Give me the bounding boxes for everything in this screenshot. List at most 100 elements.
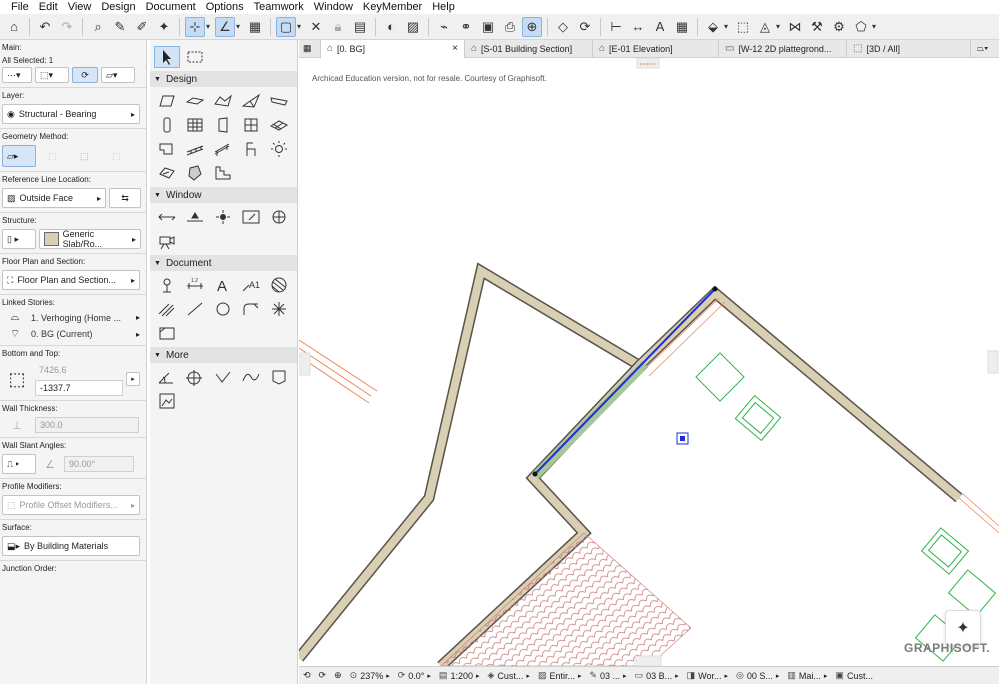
undo-view-icon[interactable]: ⟲ [299,670,315,681]
refline-dropdown[interactable]: ▨ Outside Face ▸ [2,188,106,208]
mesh-tool-icon[interactable] [266,114,292,136]
elevation-tool-icon[interactable] [182,206,208,228]
redo-view-icon[interactable]: ⟳ [315,670,331,681]
marquee-tool-icon[interactable] [182,46,208,68]
align-icon[interactable]: ⊢ [606,17,626,37]
elevation-dimension-icon[interactable] [210,366,236,388]
tab-3d[interactable]: ⬚ [3D / All] [847,39,971,58]
level-dimension-icon[interactable] [154,274,180,296]
morph-icon[interactable]: ⬠ [851,17,871,37]
structure-type-button[interactable]: ▯ ▸ [2,229,36,249]
top-height-field[interactable]: 7426.6 [35,362,123,378]
toolbox-group-window[interactable]: ▼ Window [150,187,297,203]
zoom-box[interactable]: ⊙ 237% ▸ [346,670,394,681]
window-tool-icon[interactable] [238,114,264,136]
menu-view[interactable]: View [63,1,97,13]
structure-dropdown[interactable]: Generic Slab/Ro... ▸ [39,229,141,249]
angle-dimension-icon[interactable] [154,366,180,388]
tab-grid-icon[interactable]: ▦ [299,39,321,58]
right-scroll-handle[interactable] [987,350,999,374]
snap-icon[interactable]: ⊹ [185,16,205,37]
camera-tool-icon[interactable] [154,230,180,252]
guide-lines-icon[interactable]: ∠ [215,16,235,37]
settings-pick-icon[interactable]: ⟳ [72,67,98,83]
menu-teamwork[interactable]: Teamwork [249,1,309,13]
chevron-down-icon[interactable]: ▾ [206,22,214,31]
window-opening-left[interactable] [299,339,378,404]
magic-wand-icon[interactable]: ✦ [154,17,174,37]
label-icon[interactable]: A [650,17,670,37]
renovation-box[interactable]: ◎ 00 S... ▸ [732,670,783,681]
polygonal-wall-icon[interactable]: ⬚ [76,145,100,167]
detail-tool-icon[interactable] [266,206,292,228]
zone-tool-icon[interactable] [154,162,180,184]
interior-elevation-tool-icon[interactable] [210,206,236,228]
render-icon[interactable]: ▣ [478,17,498,37]
slant-type-button[interactable]: ⎍ ▸ [2,454,36,474]
railing-tool-icon[interactable] [182,138,208,160]
shape-button[interactable]: ▱▾ [101,67,135,83]
circle-tool-icon[interactable] [210,298,236,320]
tools-icon[interactable]: ⚒ [807,17,827,37]
find-select-icon[interactable]: ⌕ [88,17,108,37]
layers-icon[interactable]: ▤ [350,17,370,37]
explode-icon[interactable]: ✕ [306,17,326,37]
structural-display-box[interactable]: ▥ Mai... ▸ [783,670,831,681]
slant-angle-field[interactable]: 90.00° [64,456,134,472]
section-tool-icon[interactable] [154,206,180,228]
change-marker-icon[interactable] [266,366,292,388]
lock-icon[interactable]: 🔒︎ [328,17,348,37]
morph-tool-icon[interactable] [182,162,208,184]
menu-options[interactable]: Options [201,1,249,13]
menu-edit[interactable]: Edit [34,1,63,13]
door-tool-icon[interactable] [210,114,236,136]
chevron-down-icon[interactable]: ▾ [872,22,880,31]
undo-icon[interactable]: ↶ [35,17,55,37]
shell-tool-icon[interactable] [238,90,264,112]
publish-icon[interactable]: ⎙ [500,17,520,37]
surface-icon[interactable]: ◬ [755,17,775,37]
menu-window[interactable]: Window [309,1,358,13]
window-opening-right[interactable] [958,493,999,534]
tab-elevation[interactable]: ⌂ [E-01 Elevation] [593,39,719,58]
layer-combo-box[interactable]: ◈ Cust... ▸ [483,670,533,681]
hatch-fill-icon[interactable] [154,298,180,320]
redo-icon[interactable]: ↷ [57,17,77,37]
menu-keymember[interactable]: KeyMember [358,1,427,13]
suspend-groups-icon[interactable]: ▢ [276,16,296,37]
object-tool-icon[interactable] [238,138,264,160]
arrow-tool-icon[interactable] [154,46,180,68]
toolbox-group-more[interactable]: ▼ More [150,347,297,363]
beam-tool-icon[interactable] [210,138,236,160]
stair-tool-icon[interactable] [154,138,180,160]
trapezoid-wall-icon[interactable]: ⬚ [44,145,68,167]
straight-wall-icon[interactable]: ▱▸ [2,145,36,167]
curtain-wall-icon[interactable]: ⋈ [785,17,805,37]
fill-tool-icon[interactable] [266,274,292,296]
zoom-in-icon[interactable]: ⊕ [330,670,346,681]
dimension-icon[interactable]: ↔ [628,17,648,37]
toolbox-group-design[interactable]: ▼ Design [150,71,297,87]
pen-set-box[interactable]: ✎ 03 ... ▸ [585,670,630,681]
rotation-box[interactable]: ⟳ 0.0° ▸ [394,670,435,681]
menu-design[interactable]: Design [96,1,140,13]
trace-icon[interactable]: ⌁ [434,17,454,37]
home-icon[interactable]: ⌂ [4,17,24,37]
navigator-icon[interactable]: ⊕ [522,16,542,37]
label-tool-icon[interactable]: A1 [238,274,264,296]
lamp-tool-icon[interactable] [266,138,292,160]
model-view-box[interactable]: ▨ Entir... ▸ [534,670,586,681]
eyedropper-icon[interactable]: ✎ [110,17,130,37]
roof-tool-icon[interactable] [210,90,236,112]
tab-menu-icon[interactable]: ⏢▾ [971,40,999,58]
linked-bottom[interactable]: 0. BG (Current) [31,329,93,339]
menu-file[interactable]: File [6,1,34,13]
dimension-style-box[interactable]: ▭ 03 B... ▸ [631,670,683,681]
worksheet-tool-icon[interactable] [238,206,264,228]
profile-modifiers-button[interactable]: ⬚ Profile Offset Modifiers... ▸ [2,495,140,515]
bottom-scroll-handle[interactable] [634,655,662,666]
surface-dropdown[interactable]: ⬓▸ By Building Materials [2,536,140,556]
solid-ops-icon[interactable]: ⚙ [829,17,849,37]
marquee-button[interactable]: ⬚▾ [35,67,69,83]
tab-floorplan[interactable]: ⌂ [0. BG] × [321,39,465,58]
